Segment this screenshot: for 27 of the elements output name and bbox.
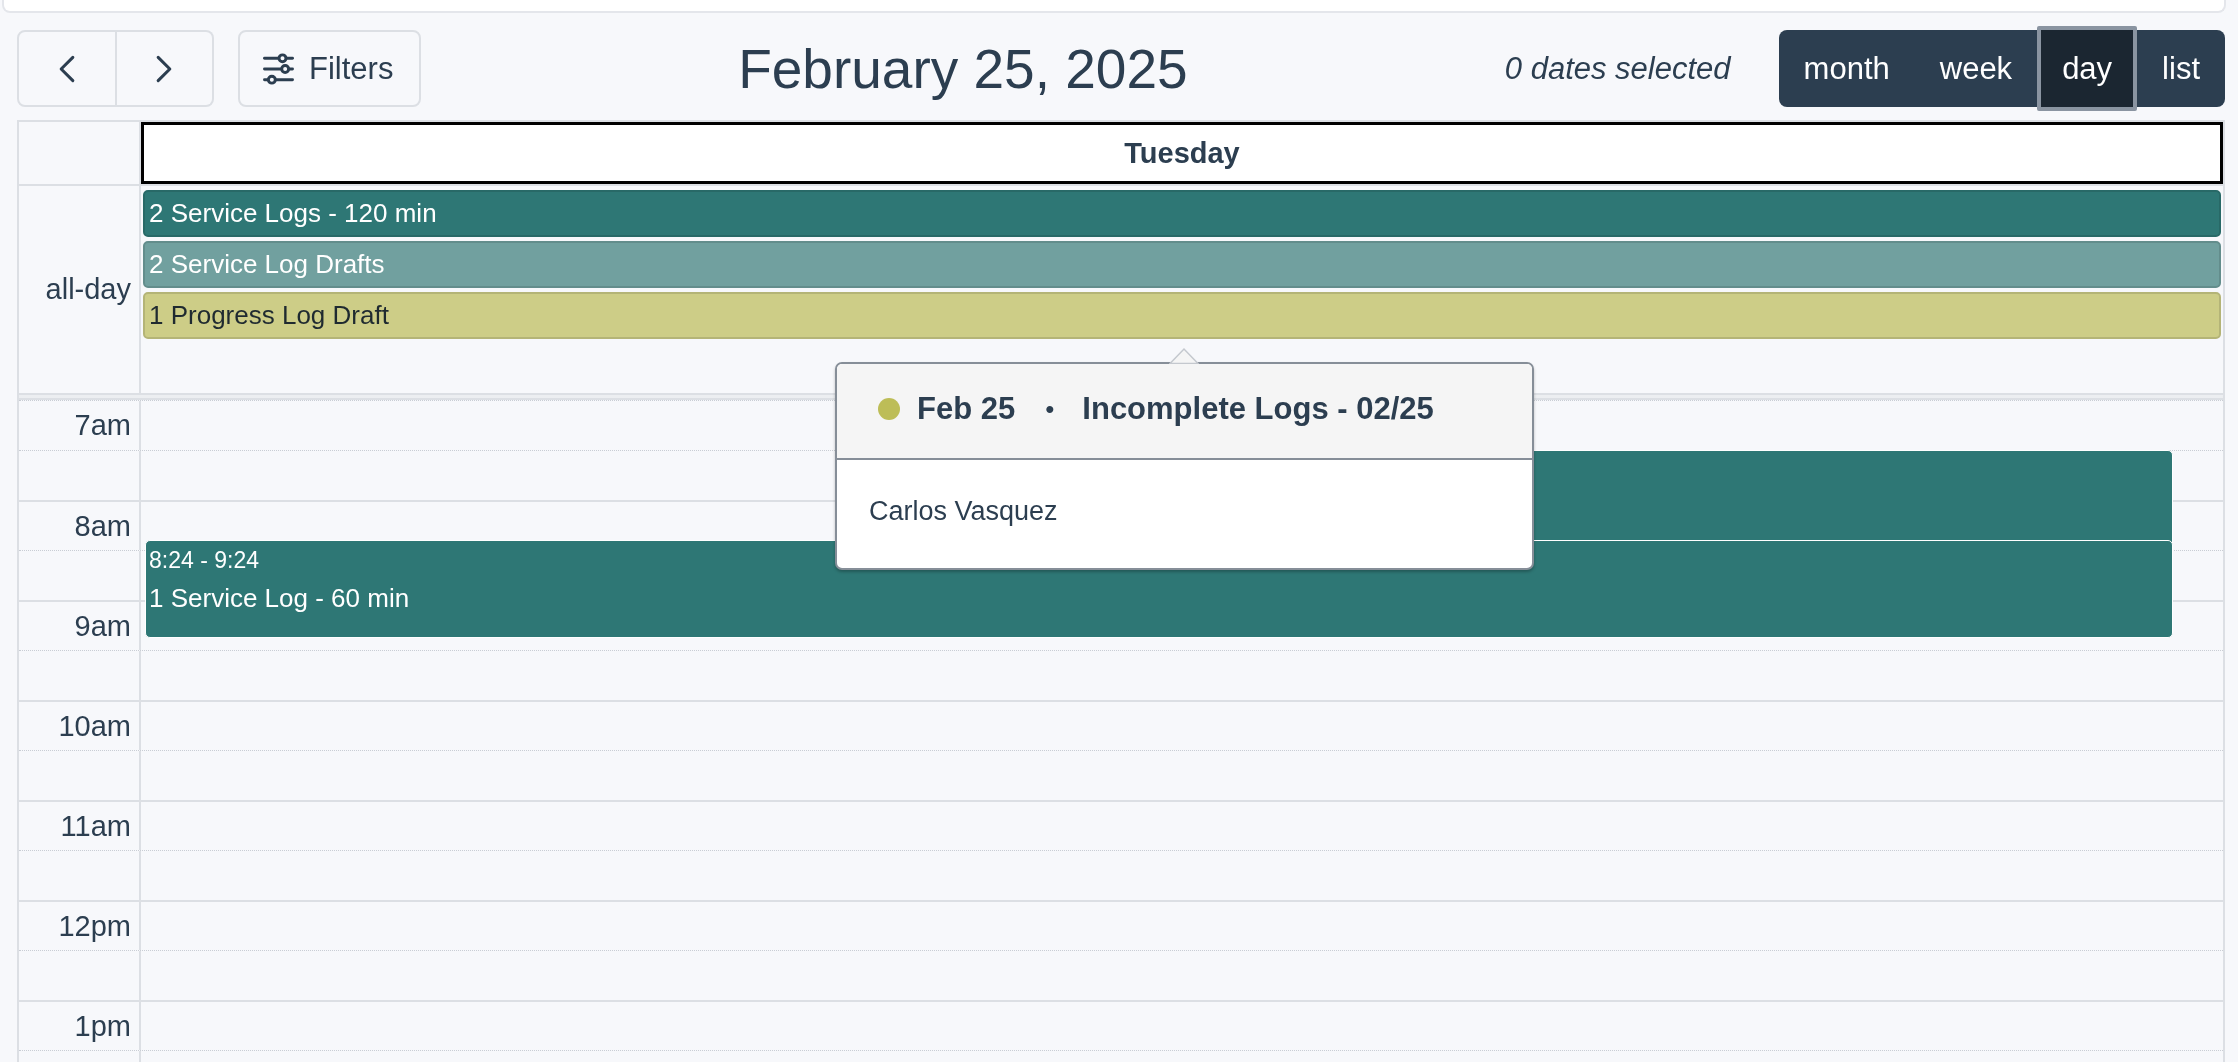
view-button[interactable]: day [2037, 26, 2138, 111]
time-label: 10am [58, 709, 131, 743]
view-button[interactable]: week [1914, 30, 2038, 107]
sliders-icon [262, 52, 295, 85]
previous-button[interactable] [17, 30, 117, 107]
all-day-event[interactable]: 2 Service Logs - 120 min [143, 190, 2221, 237]
time-label: 9am [74, 609, 131, 643]
time-label: 1pm [74, 1009, 131, 1043]
view-button[interactable]: list [2137, 30, 2225, 107]
view-button[interactable]: month [1778, 30, 1915, 107]
chevron-right-icon [155, 54, 174, 83]
filters-button[interactable]: Filters [238, 30, 421, 107]
selection-count: 0 dates selected [1504, 50, 1731, 87]
popover-title: Incomplete Logs - 02/25 [1082, 391, 1434, 427]
next-button[interactable] [116, 30, 214, 107]
person-name: Carlos Vasquez [869, 496, 1058, 526]
bullet-separator: • [1045, 393, 1055, 425]
day-header: Tuesday [141, 122, 2223, 184]
time-label: 11am [60, 809, 131, 843]
all-day-event[interactable]: 1 Progress Log Draft [143, 292, 2221, 339]
time-label: 12pm [58, 909, 131, 943]
time-label: 8am [74, 509, 131, 543]
date-title: February 25, 2025 [738, 37, 1188, 100]
chevron-left-icon [57, 54, 76, 83]
time-label: 7am [74, 409, 131, 442]
popover-date: Feb 25 [917, 391, 1016, 427]
all-day-label: all-day [45, 273, 131, 306]
